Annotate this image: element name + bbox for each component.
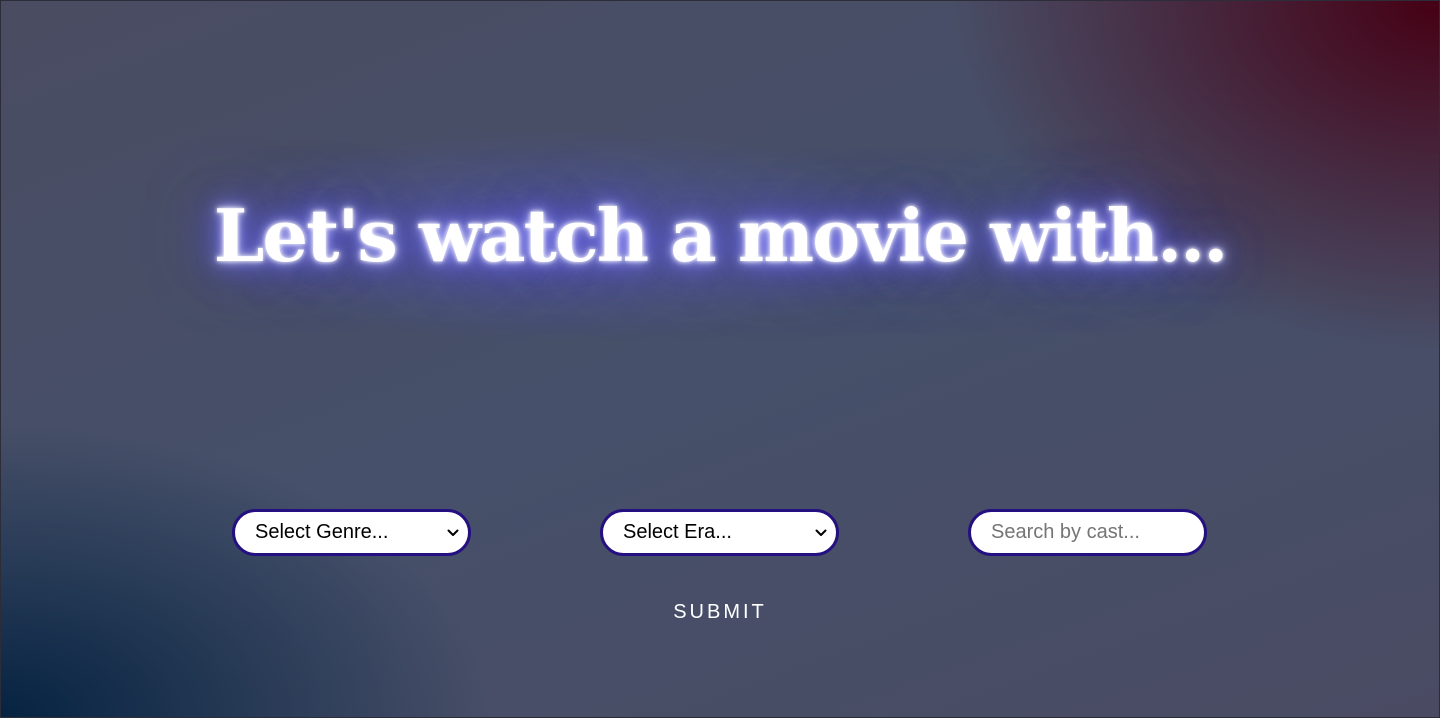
genre-select-value: Select Genre...	[255, 521, 389, 543]
era-select[interactable]: Select Era...	[600, 509, 839, 556]
submit-button[interactable]: SUBMIT	[620, 598, 820, 626]
chevron-down-icon	[814, 526, 828, 540]
cast-search-placeholder: Search by cast...	[991, 521, 1140, 543]
page-title: Let's watch a movie with...	[213, 193, 1229, 278]
cast-search-input[interactable]: Search by cast...	[968, 509, 1207, 556]
era-select-value: Select Era...	[623, 521, 732, 543]
filter-bar: Select Genre... Select Era... Search by …	[0, 509, 1440, 556]
genre-select[interactable]: Select Genre...	[232, 509, 471, 556]
chevron-down-icon	[446, 526, 460, 540]
